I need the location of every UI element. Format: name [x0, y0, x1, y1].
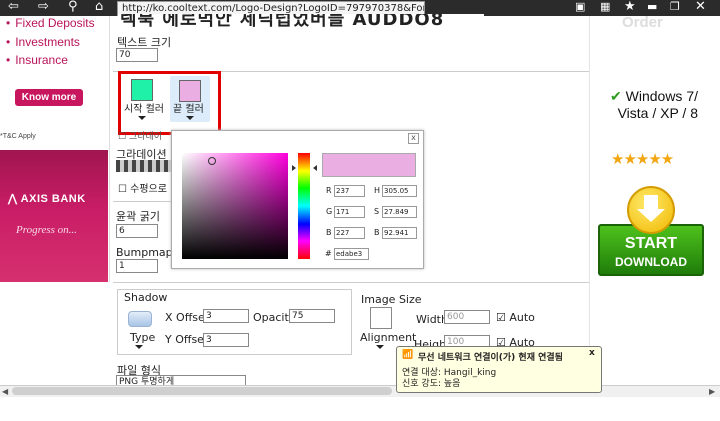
g-input[interactable]: 171: [334, 206, 365, 218]
s-label: S: [374, 207, 380, 216]
ghost-heading: Order: [622, 14, 663, 31]
chevron-down-icon[interactable]: [138, 116, 146, 120]
r-input[interactable]: 237: [334, 185, 365, 197]
image-size-label: Image Size: [361, 293, 422, 306]
color-picker-popup[interactable]: x R 237 G 171 B 227 # edabe3 H 305.05 S …: [171, 130, 424, 269]
shadow-type-label: Type: [130, 331, 156, 344]
color-cursor[interactable]: [208, 157, 216, 165]
y-offset-label: Y Offset: [165, 333, 209, 346]
right-ad-divider: [589, 16, 590, 386]
auto-width-checkbox[interactable]: ☑ Auto: [496, 311, 535, 324]
end-color-picker[interactable]: 끝 컬러: [170, 76, 210, 122]
scroll-left-icon[interactable]: ◀: [2, 387, 8, 396]
search-icon[interactable]: ⚲: [68, 0, 78, 15]
shadow-type-icon[interactable]: [128, 311, 152, 327]
color-preview: [322, 153, 416, 177]
start-color-picker[interactable]: 시작 컬러: [124, 76, 164, 122]
opacity-input[interactable]: 75: [289, 309, 335, 323]
x-offset-input[interactable]: 3: [203, 309, 249, 323]
chevron-down-icon[interactable]: [186, 116, 194, 120]
width-input[interactable]: 600: [444, 310, 490, 324]
horizontal-scrollbar[interactable]: ◀ ▶: [0, 385, 720, 397]
checkbox-icon[interactable]: ☐: [118, 184, 130, 195]
forward-icon[interactable]: ⇨: [38, 0, 49, 15]
y-offset-input[interactable]: 3: [203, 333, 249, 347]
check-circle-icon: ✔: [610, 88, 626, 104]
text-size-select[interactable]: 70: [116, 48, 158, 62]
wireless-icon: 📶: [402, 350, 414, 360]
divider: [113, 282, 589, 283]
axis-tagline: Progress on...: [16, 224, 77, 236]
outline-label: 윤곽 굵기: [116, 210, 160, 223]
restore-icon[interactable]: ❐: [670, 0, 680, 15]
start-color-label: 시작 컬러: [124, 104, 164, 115]
know-more-button[interactable]: Know more: [15, 89, 83, 106]
scroll-right-icon[interactable]: ▶: [709, 387, 715, 396]
h-input[interactable]: 305.05: [382, 185, 417, 197]
hue-marker-right-icon[interactable]: [313, 165, 317, 171]
b-input[interactable]: 227: [334, 227, 365, 239]
r-label: R: [326, 186, 332, 195]
grid-icon[interactable]: ▦: [600, 0, 610, 15]
axis-bank-banner[interactable]: ⋀ AXIS BANK Progress on...: [0, 150, 108, 282]
download-arrow-icon[interactable]: [627, 186, 675, 234]
divider: [113, 201, 173, 202]
hex-label: #: [325, 249, 332, 258]
outline-select[interactable]: 6: [116, 224, 158, 238]
notification-line-2: 신호 강도: 높음: [402, 379, 461, 389]
ad-item-investments[interactable]: Investments: [6, 35, 80, 49]
checkbox-icon[interactable]: ☐: [118, 132, 129, 142]
hue-marker-left-icon[interactable]: [292, 165, 296, 171]
close-icon[interactable]: ✕: [695, 0, 706, 15]
minimize-icon[interactable]: ▬: [647, 0, 657, 15]
h-label: H: [374, 186, 381, 195]
horizontal-checkbox-row[interactable]: ☐ 수평으로: [118, 180, 167, 195]
alignment-label: Alignment: [360, 331, 417, 344]
download-label: DOWNLOAD: [615, 255, 687, 269]
hex-input[interactable]: edabe3: [334, 248, 369, 260]
brightness-input[interactable]: 92.941: [382, 227, 417, 239]
back-icon[interactable]: ⇦: [8, 0, 19, 15]
chevron-down-icon[interactable]: [135, 345, 143, 349]
gradient-pattern-select[interactable]: [116, 160, 172, 172]
picker-close-icon[interactable]: x: [408, 133, 419, 144]
brightness-label: B: [374, 228, 380, 237]
ad-footnote: *T&C Apply: [0, 133, 36, 140]
axis-bank-logo: ⋀ AXIS BANK: [8, 193, 86, 205]
start-label: START: [624, 235, 678, 252]
home-icon[interactable]: ⌂: [95, 0, 103, 15]
axis-logo-icon: ⋀: [8, 193, 21, 205]
shadow-label: Shadow: [124, 291, 168, 304]
end-color-label: 끝 컬러: [173, 104, 204, 115]
rating-stars: ★★★★★: [611, 150, 674, 168]
g-label: G: [326, 207, 333, 216]
chevron-down-icon[interactable]: [376, 345, 384, 349]
alignment-icon[interactable]: [370, 307, 392, 329]
saturation-value-field[interactable]: [182, 153, 288, 259]
star-icon[interactable]: ★: [624, 0, 636, 15]
network-notification[interactable]: 📶 무선 네트워크 연결이(가) 현재 연결됨 x 연결 대상: Hangil_…: [396, 346, 602, 393]
start-color-swatch[interactable]: [131, 79, 153, 101]
gradient-checkbox-row[interactable]: ☐ 그라데이: [118, 129, 162, 142]
os-compat-label: ✔ Windows 7/ Vista / XP / 8: [610, 88, 698, 121]
hue-slider[interactable]: [298, 153, 310, 259]
notification-close-icon[interactable]: x: [589, 348, 595, 358]
b-label: B: [326, 228, 332, 237]
ad-item-insurance[interactable]: Insurance: [6, 53, 68, 67]
bumpmap-select[interactable]: 1: [116, 259, 158, 273]
s-input[interactable]: 27.849: [382, 206, 417, 218]
ad-item-fixed-deposits[interactable]: Fixed Deposits: [6, 16, 94, 30]
page-title: 렉북 에로먹안 세딕럽었버블 AUDDO8: [118, 14, 484, 30]
window-icon[interactable]: ▣: [575, 0, 585, 15]
checkbox-icon[interactable]: ☑: [496, 311, 509, 324]
end-color-swatch[interactable]: [179, 80, 201, 102]
scrollbar-thumb[interactable]: [12, 387, 392, 395]
notification-title: 무선 네트워크 연결이(가) 현재 연결됨: [418, 353, 563, 363]
